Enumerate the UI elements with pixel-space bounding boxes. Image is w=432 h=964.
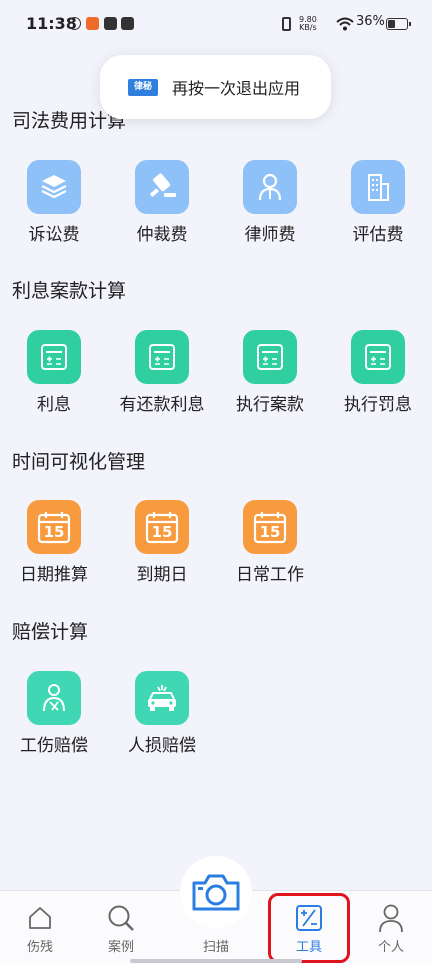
tool-label: 评估费 [352, 225, 404, 245]
calculator-icon [27, 330, 81, 384]
gesture-bar [130, 959, 302, 963]
camera-icon [192, 874, 240, 911]
tool-label: 仲裁费 [136, 225, 188, 245]
tool-arbitration-fee[interactable]: 仲裁费 [108, 160, 216, 245]
net-speed: 9.80 KB/s [299, 16, 317, 32]
books-icon [27, 160, 81, 214]
tool-label: 日常工作 [236, 565, 304, 585]
tool-due-date[interactable]: 15 到期日 [108, 500, 216, 585]
calendar-icon: 15 [135, 500, 189, 554]
home-icon [0, 901, 80, 935]
calculator-icon [351, 330, 405, 384]
app-notification-icon [104, 17, 117, 30]
tool-interest[interactable]: 利息 [0, 330, 108, 415]
scan-camera-button[interactable] [180, 856, 252, 928]
section-title-compensation: 赔偿计算 [12, 621, 89, 643]
app-notification-icon [121, 17, 134, 30]
tool-date-calc[interactable]: 15 日期推算 [0, 500, 108, 585]
injured-worker-icon [27, 671, 81, 725]
search-icon [81, 901, 161, 935]
net-speed-unit: KB/s [299, 23, 317, 32]
section-title-time: 时间可视化管理 [12, 451, 146, 473]
lawyer-icon [243, 160, 297, 214]
tool-execution-funds[interactable]: 执行案款 [216, 330, 324, 415]
battery-icon [386, 18, 411, 30]
app-notification-icon [86, 17, 99, 30]
tool-label: 执行罚息 [344, 395, 412, 415]
tool-execution-penalty[interactable]: 执行罚息 [324, 330, 432, 415]
calendar-icon: 15 [27, 500, 81, 554]
gavel-icon [135, 160, 189, 214]
tool-label: 执行案款 [236, 395, 304, 415]
tool-lawyer-fee[interactable]: 律师费 [216, 160, 324, 245]
nav-profile[interactable]: 个人 [351, 891, 431, 955]
tool-litigation-fee[interactable]: 诉讼费 [0, 160, 108, 245]
building-icon [351, 160, 405, 214]
tool-personal-injury[interactable]: 人损赔偿 [108, 671, 216, 756]
tool-label: 利息 [37, 395, 71, 415]
tool-label: 日期推算 [20, 565, 88, 585]
exit-toast: 律秘 再按一次退出应用 [100, 55, 331, 119]
app-logo: 律秘 [128, 78, 158, 96]
wifi-icon [336, 17, 354, 31]
tool-label: 律师费 [244, 225, 296, 245]
app-notification-icon [68, 17, 81, 30]
tool-repayment-interest[interactable]: 有还款利息 [108, 330, 216, 415]
section-title-interest: 利息案款计算 [12, 280, 127, 302]
toast-message: 再按一次退出应用 [172, 79, 301, 98]
car-accident-icon [135, 671, 189, 725]
battery-percent: 36% [356, 14, 385, 29]
tool-label: 有还款利息 [119, 395, 205, 415]
tool-label: 到期日 [136, 565, 188, 585]
person-icon [351, 901, 431, 935]
vibrate-icon [282, 17, 291, 31]
calendar-day: 15 [259, 523, 281, 541]
tool-label: 诉讼费 [28, 225, 80, 245]
tool-label: 人损赔偿 [128, 736, 196, 756]
nav-label: 伤残 [26, 940, 53, 955]
nav-label: 案例 [107, 940, 134, 955]
calculator-icon [135, 330, 189, 384]
status-bar: 11:38 9.80 KB/s 36% [0, 0, 432, 52]
tool-work-injury[interactable]: 工伤赔偿 [0, 671, 108, 756]
nav-cases[interactable]: 案例 [81, 891, 161, 955]
calendar-day: 15 [151, 523, 173, 541]
tool-assessment-fee[interactable]: 评估费 [324, 160, 432, 245]
tools-highlight-box [268, 893, 350, 963]
nav-label: 个人 [377, 940, 404, 955]
tool-daily-work[interactable]: 15 日常工作 [216, 500, 324, 585]
calculator-icon [243, 330, 297, 384]
tool-label: 工伤赔偿 [20, 736, 88, 756]
nav-disability[interactable]: 伤残 [0, 891, 80, 955]
calendar-day: 15 [43, 523, 65, 541]
calendar-icon: 15 [243, 500, 297, 554]
nav-label: 扫描 [202, 940, 229, 955]
